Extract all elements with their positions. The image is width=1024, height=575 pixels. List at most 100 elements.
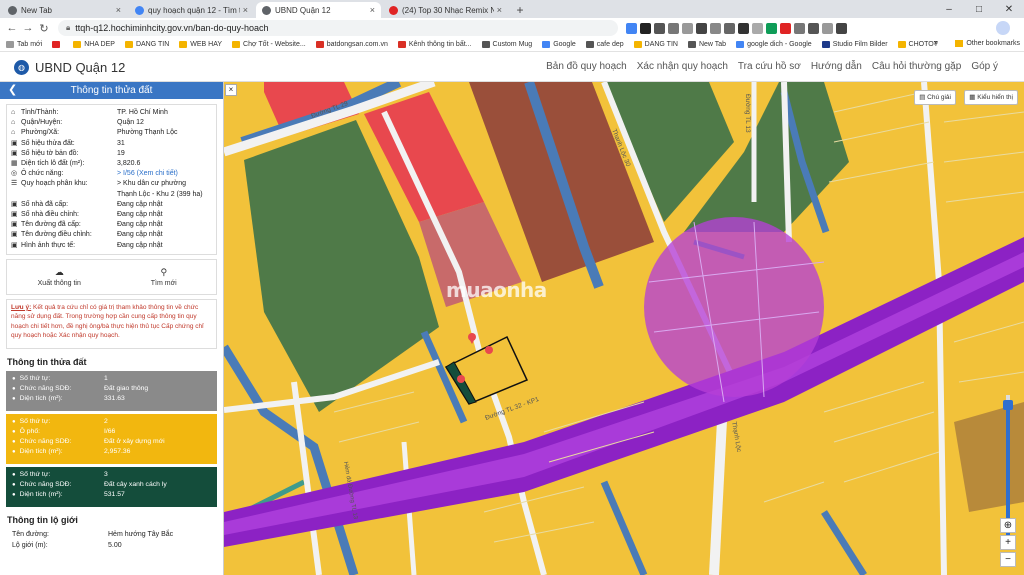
parcel-card[interactable]: Số thứ tự:2Ô phố:I/66Chức năng SDĐ:Đất ở… — [6, 413, 217, 464]
boundary-label: Lộ giới (m): — [12, 541, 48, 549]
extension-icon[interactable] — [836, 22, 847, 34]
search-icon: ⚲ — [160, 266, 168, 277]
back-arrow-icon[interactable]: ❮ — [8, 82, 17, 99]
extension-icon[interactable] — [724, 22, 735, 34]
export-info-label: Xuất thông tin — [37, 279, 81, 287]
extension-icon[interactable] — [738, 22, 749, 34]
info-value-link[interactable]: > I/56 (Xem chi tiết) — [117, 169, 212, 179]
tab-close-icon[interactable]: × — [243, 5, 248, 15]
bookmark-icon — [232, 41, 241, 48]
address-bar[interactable]: 🔒︎ ttqh-q12.hochiminhcity.gov.vn/ban-do-… — [58, 20, 618, 36]
bookmark-item[interactable] — [52, 41, 63, 48]
bookmark-item[interactable]: CHOTOT — [897, 41, 938, 48]
browser-tab[interactable]: New Tab × — [2, 2, 127, 18]
parcel-card[interactable]: Số thứ tự:1Chức năng SDĐ:Đất giao thôngD… — [6, 370, 217, 411]
bookmark-item[interactable]: Studio Film Bilder — [821, 41, 888, 48]
bookmark-item[interactable]: New Tab — [687, 41, 726, 48]
parcel-label: Diện tích (m²): — [12, 490, 104, 500]
bookmark-item[interactable]: Google — [542, 41, 576, 48]
disclaimer-note: Lưu ý: Kết quả tra cứu chỉ có giá trị th… — [6, 298, 217, 349]
browser-tab[interactable]: UBND Quận 12 × — [256, 2, 381, 18]
map-canvas[interactable]: Đường TL 29 Thạnh Lộc 30 Đường TL 13 Đườ… — [224, 82, 1024, 575]
extension-icon[interactable] — [794, 22, 805, 34]
tab-title: quy hoạch quận 12 - Tìm trên G — [148, 5, 240, 15]
extension-icon[interactable] — [766, 22, 777, 34]
extension-icons — [626, 22, 847, 34]
bookmark-item[interactable]: DANG TIN — [124, 41, 169, 48]
bookmark-item[interactable]: DANG TIN — [633, 41, 678, 48]
parcel-row: Diện tích (m²):2,957.36 — [12, 447, 211, 457]
new-search-button[interactable]: ⚲ Tìm mới — [112, 260, 217, 294]
browser-tab[interactable]: (24) Top 30 Nhạc Remix Ngh× — [383, 2, 508, 18]
bookmark-item[interactable]: Custom Mug — [481, 41, 532, 48]
extension-icon[interactable] — [710, 22, 721, 34]
site-nav-link[interactable]: Câu hỏi thường gặp — [872, 61, 961, 72]
browser-tab[interactable]: quy hoạch quận 12 - Tìm trên G× — [129, 2, 254, 18]
site-nav-link[interactable]: Bản đồ quy hoạch — [546, 61, 627, 72]
map-marker-icon[interactable] — [485, 346, 493, 354]
tab-close-icon[interactable]: × — [370, 5, 375, 15]
extension-icon[interactable] — [808, 22, 819, 34]
bookmark-item[interactable]: Tab mới — [6, 41, 42, 48]
extension-icon[interactable] — [780, 22, 791, 34]
boundary-label: Tên đường: — [12, 530, 49, 538]
planning-map[interactable]: Đường TL 29 Thạnh Lộc 30 Đường TL 13 Đườ… — [224, 82, 1024, 575]
other-bookmarks[interactable]: Other bookmarks — [955, 40, 1020, 47]
zoom-slider-handle[interactable] — [1003, 400, 1013, 410]
info-row: ▣ Tên đường điều chỉnh: Đang cập nhật — [11, 230, 212, 240]
site-logo-icon[interactable]: ◍ — [14, 59, 29, 75]
info-label: Quận/Huyện: — [21, 119, 63, 127]
info-value: > Khu dân cư phường — [117, 180, 187, 188]
zoom-slider-track[interactable] — [1006, 395, 1010, 535]
new-tab-button[interactable]: + — [512, 2, 528, 18]
extension-icon[interactable] — [682, 22, 693, 34]
legend-button[interactable]: ▤ Chú giải — [914, 90, 956, 105]
map-marker-icon[interactable] — [457, 375, 465, 383]
back-icon[interactable]: ← — [4, 22, 20, 34]
bookmark-item[interactable]: WEB HAY — [179, 41, 222, 48]
info-label: Hình ảnh thực tế: — [21, 241, 76, 249]
parcel-value: 2 — [104, 417, 108, 425]
extension-icon[interactable] — [668, 22, 679, 34]
bookmark-item[interactable]: cafe dep — [585, 41, 624, 48]
bookmark-icon — [315, 41, 324, 48]
tab-close-icon[interactable]: × — [116, 5, 121, 15]
site-nav-link[interactable]: Xác nhận quy hoạch — [637, 61, 728, 72]
bookmark-item[interactable]: google dich - Google — [736, 41, 812, 48]
bookmark-item[interactable]: batdongsan.com.vn — [315, 41, 388, 48]
extension-icon[interactable] — [640, 22, 651, 34]
tab-favicon-icon — [389, 5, 398, 15]
extension-icon[interactable] — [822, 22, 833, 34]
display-mode-button[interactable]: ▦ Kiểu hiển thị — [964, 90, 1018, 105]
close-panel-button[interactable]: × — [225, 84, 237, 96]
forward-icon[interactable]: → — [20, 22, 36, 34]
bookmark-item[interactable]: Chợ Tốt - Website... — [232, 41, 306, 48]
parcel-row: Chức năng SDĐ:Đất giao thông — [12, 384, 211, 394]
zoom-in-button[interactable]: + — [1000, 535, 1016, 550]
tab-close-icon[interactable]: × — [497, 5, 502, 15]
bookmark-label: batdongsan.com.vn — [326, 41, 388, 48]
extension-icon[interactable] — [654, 22, 665, 34]
bookmark-item[interactable]: NHA DEP — [73, 41, 115, 48]
reload-icon[interactable]: ↻ — [36, 22, 52, 35]
zoom-out-button[interactable]: − — [1000, 552, 1016, 567]
parcel-card[interactable]: Số thứ tự:3Chức năng SDĐ:Đất cây xanh cá… — [6, 466, 217, 507]
info-row: ▣ Hình ảnh thực tế: Đang cập nhật — [11, 241, 212, 251]
site-header: ◍ UBND Quận 12 Bản đồ quy hoạch Xác nhận … — [0, 53, 1024, 82]
bookmark-item[interactable]: Kênh thông tin bất... — [397, 41, 472, 48]
extension-icon[interactable] — [626, 22, 637, 34]
site-title[interactable]: UBND Quận 12 — [35, 60, 125, 75]
site-nav-link[interactable]: Tra cứu hồ sơ — [738, 61, 801, 72]
maximize-icon[interactable]: □ — [964, 0, 994, 18]
close-window-icon[interactable]: ✕ — [994, 0, 1024, 18]
profile-avatar[interactable] — [996, 21, 1010, 35]
export-info-button[interactable]: ☁ Xuất thông tin — [7, 260, 112, 294]
extension-icon[interactable] — [696, 22, 707, 34]
locate-button[interactable]: ⊕ — [1000, 518, 1016, 533]
site-nav-link[interactable]: Góp ý — [971, 61, 998, 72]
extension-icon[interactable] — [752, 22, 763, 34]
info-row: ⌂ Phường/Xã: Phường Thạnh Lộc — [11, 128, 212, 138]
minimize-icon[interactable]: – — [934, 0, 964, 18]
bookmarks-overflow-icon[interactable]: » — [934, 38, 938, 47]
site-nav-link[interactable]: Hướng dẫn — [811, 61, 862, 72]
